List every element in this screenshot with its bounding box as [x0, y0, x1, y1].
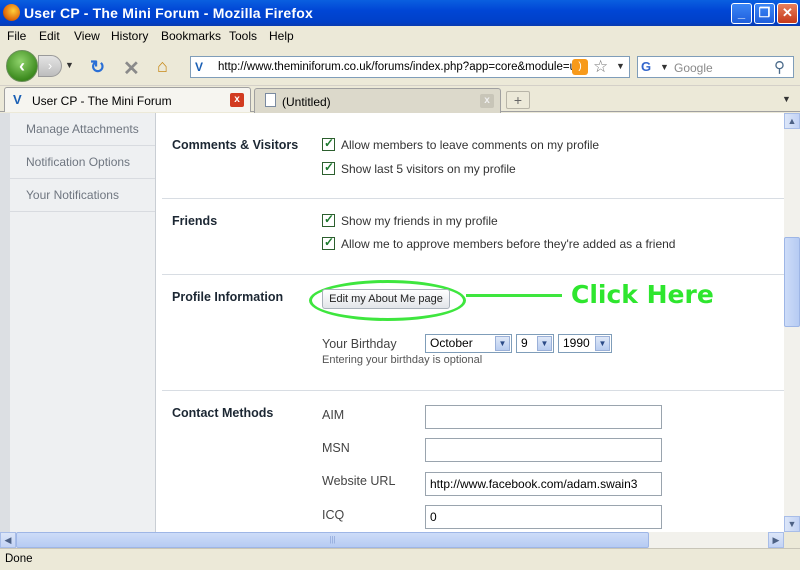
edit-about-me-button[interactable]: Edit my About Me page	[322, 289, 450, 309]
search-input[interactable]: Google	[674, 61, 713, 75]
birthday-day-select[interactable]: 9 ▼	[516, 334, 554, 353]
aim-field[interactable]	[425, 405, 662, 429]
checkbox-label: Allow me to approve members before they'…	[341, 237, 676, 251]
url-dropdown-icon[interactable]: ▼	[616, 61, 625, 71]
status-bar: Done	[0, 548, 800, 570]
usercp-sidebar: Manage Attachments Notification Options …	[10, 113, 155, 532]
forward-arrow-icon[interactable]: ›	[38, 55, 62, 77]
navigation-toolbar: ‹ › ▼ ↻ ✕ ⌂ V http://www.theminiforum.co…	[0, 46, 800, 86]
menu-bar: File Edit View History Bookmarks Tools H…	[0, 26, 800, 46]
aim-label: AIM	[322, 408, 345, 422]
close-tab-icon[interactable]: x	[230, 93, 244, 107]
birthday-month-select[interactable]: October ▼	[425, 334, 512, 353]
sidebar-divider	[155, 113, 156, 532]
scroll-up-icon[interactable]: ▲	[784, 113, 800, 129]
history-dropdown-icon[interactable]: ▼	[65, 60, 74, 70]
close-window-button[interactable]: ✕	[777, 3, 798, 24]
window-title: User CP - The Mini Forum - Mozilla Firef…	[24, 5, 313, 21]
reload-icon[interactable]: ↻	[90, 57, 105, 78]
section-title-comments: Comments & Visitors	[172, 138, 299, 152]
site-favicon-icon: V	[195, 60, 204, 74]
horizontal-scrollbar[interactable]: ◀ ||| ▶	[0, 532, 784, 548]
new-tab-icon[interactable]: +	[506, 91, 530, 109]
sidebar-item-manage-attachments[interactable]: Manage Attachments	[10, 113, 155, 146]
menu-bookmarks[interactable]: Bookmarks	[161, 29, 221, 43]
tab-label: (Untitled)	[282, 95, 331, 109]
window-titlebar: User CP - The Mini Forum - Mozilla Firef…	[0, 0, 800, 26]
website-url-label: Website URL	[322, 474, 396, 488]
select-value: 1990	[563, 336, 590, 350]
msn-field[interactable]	[425, 438, 662, 462]
scroll-right-icon[interactable]: ▶	[768, 532, 784, 548]
vertical-scrollbar[interactable]: ▲ ▼	[784, 113, 800, 532]
search-bar[interactable]: G ▼ Google ⚲	[637, 56, 794, 78]
chevron-down-icon: ▼	[595, 336, 610, 351]
scrollbar-corner	[784, 532, 800, 548]
search-engine-dropdown-icon[interactable]: ▼	[660, 62, 669, 72]
section-title-contact: Contact Methods	[172, 406, 274, 420]
vertical-scroll-thumb[interactable]	[784, 237, 800, 327]
search-icon[interactable]: ⚲	[774, 58, 785, 76]
url-text[interactable]: http://www.theminiforum.co.uk/forums/ind…	[218, 61, 573, 73]
section-title-friends: Friends	[172, 214, 218, 228]
status-text: Done	[5, 553, 33, 565]
scroll-left-icon[interactable]: ◀	[0, 532, 16, 548]
section-divider	[162, 390, 784, 391]
checkbox-allow-comments[interactable]	[322, 136, 335, 151]
settings-form: Comments & Visitors Allow members to lea…	[162, 113, 784, 532]
sidebar-item-notification-options[interactable]: Notification Options	[10, 146, 155, 179]
menu-tools[interactable]: Tools	[229, 29, 257, 43]
annotation-line	[466, 294, 562, 297]
tab-user-cp[interactable]: V User CP - The Mini Forum x	[4, 87, 251, 112]
menu-edit[interactable]: Edit	[39, 29, 60, 43]
address-bar[interactable]: V http://www.theminiforum.co.uk/forums/i…	[190, 56, 630, 78]
document-icon	[265, 93, 276, 107]
tab-list-dropdown-icon[interactable]: ▼	[782, 94, 791, 104]
website-url-field[interactable]: http://www.facebook.com/adam.swain3	[425, 472, 662, 496]
checkbox-label: Show my friends in my profile	[341, 214, 498, 228]
home-icon[interactable]: ⌂	[157, 56, 168, 77]
section-title-profile: Profile Information	[172, 290, 284, 304]
site-favicon-icon: V	[13, 92, 22, 107]
chevron-down-icon: ▼	[537, 336, 552, 351]
sidebar-item-your-notifications[interactable]: Your Notifications	[10, 179, 155, 212]
chevron-down-icon: ▼	[495, 336, 510, 351]
section-divider	[162, 198, 784, 199]
tab-untitled[interactable]: (Untitled) x	[254, 88, 501, 113]
icq-label: ICQ	[322, 508, 345, 522]
birthday-label: Your Birthday	[322, 337, 397, 351]
google-icon[interactable]: G	[641, 59, 657, 75]
select-value: 9	[521, 336, 528, 350]
menu-file[interactable]: File	[7, 29, 26, 43]
maximize-button[interactable]: ❐	[754, 3, 775, 24]
firefox-icon	[3, 4, 20, 21]
msn-label: MSN	[322, 441, 350, 455]
tab-label: User CP - The Mini Forum	[32, 94, 172, 108]
birthday-year-select[interactable]: 1990 ▼	[558, 334, 612, 353]
rss-feed-icon[interactable]: )	[572, 59, 588, 75]
menu-history[interactable]: History	[111, 29, 148, 43]
menu-view[interactable]: View	[74, 29, 100, 43]
checkbox-show-visitors[interactable]	[322, 160, 335, 175]
birthday-hint: Entering your birthday is optional	[322, 354, 483, 366]
checkbox-label: Allow members to leave comments on my pr…	[341, 138, 600, 152]
checkbox-approve-friends[interactable]	[322, 235, 335, 250]
annotation-click-here: Click Here	[571, 280, 714, 309]
bookmark-star-icon[interactable]: ☆	[593, 57, 608, 77]
checkbox-label: Show last 5 visitors on my profile	[341, 162, 516, 176]
icq-field[interactable]: 0	[425, 505, 662, 529]
left-gutter	[0, 113, 10, 532]
select-value: October	[430, 336, 473, 350]
tab-bar: V User CP - The Mini Forum x (Untitled) …	[0, 86, 800, 113]
close-tab-icon[interactable]: x	[480, 94, 494, 108]
menu-help[interactable]: Help	[269, 29, 294, 43]
scroll-down-icon[interactable]: ▼	[784, 516, 800, 532]
horizontal-scroll-thumb[interactable]: |||	[16, 532, 649, 548]
stop-icon[interactable]: ✕	[123, 56, 140, 81]
section-divider	[162, 274, 784, 275]
page-content: Manage Attachments Notification Options …	[0, 113, 784, 532]
back-arrow-icon[interactable]: ‹	[6, 50, 38, 82]
checkbox-show-friends[interactable]	[322, 212, 335, 227]
minimize-button[interactable]: _	[731, 3, 752, 24]
